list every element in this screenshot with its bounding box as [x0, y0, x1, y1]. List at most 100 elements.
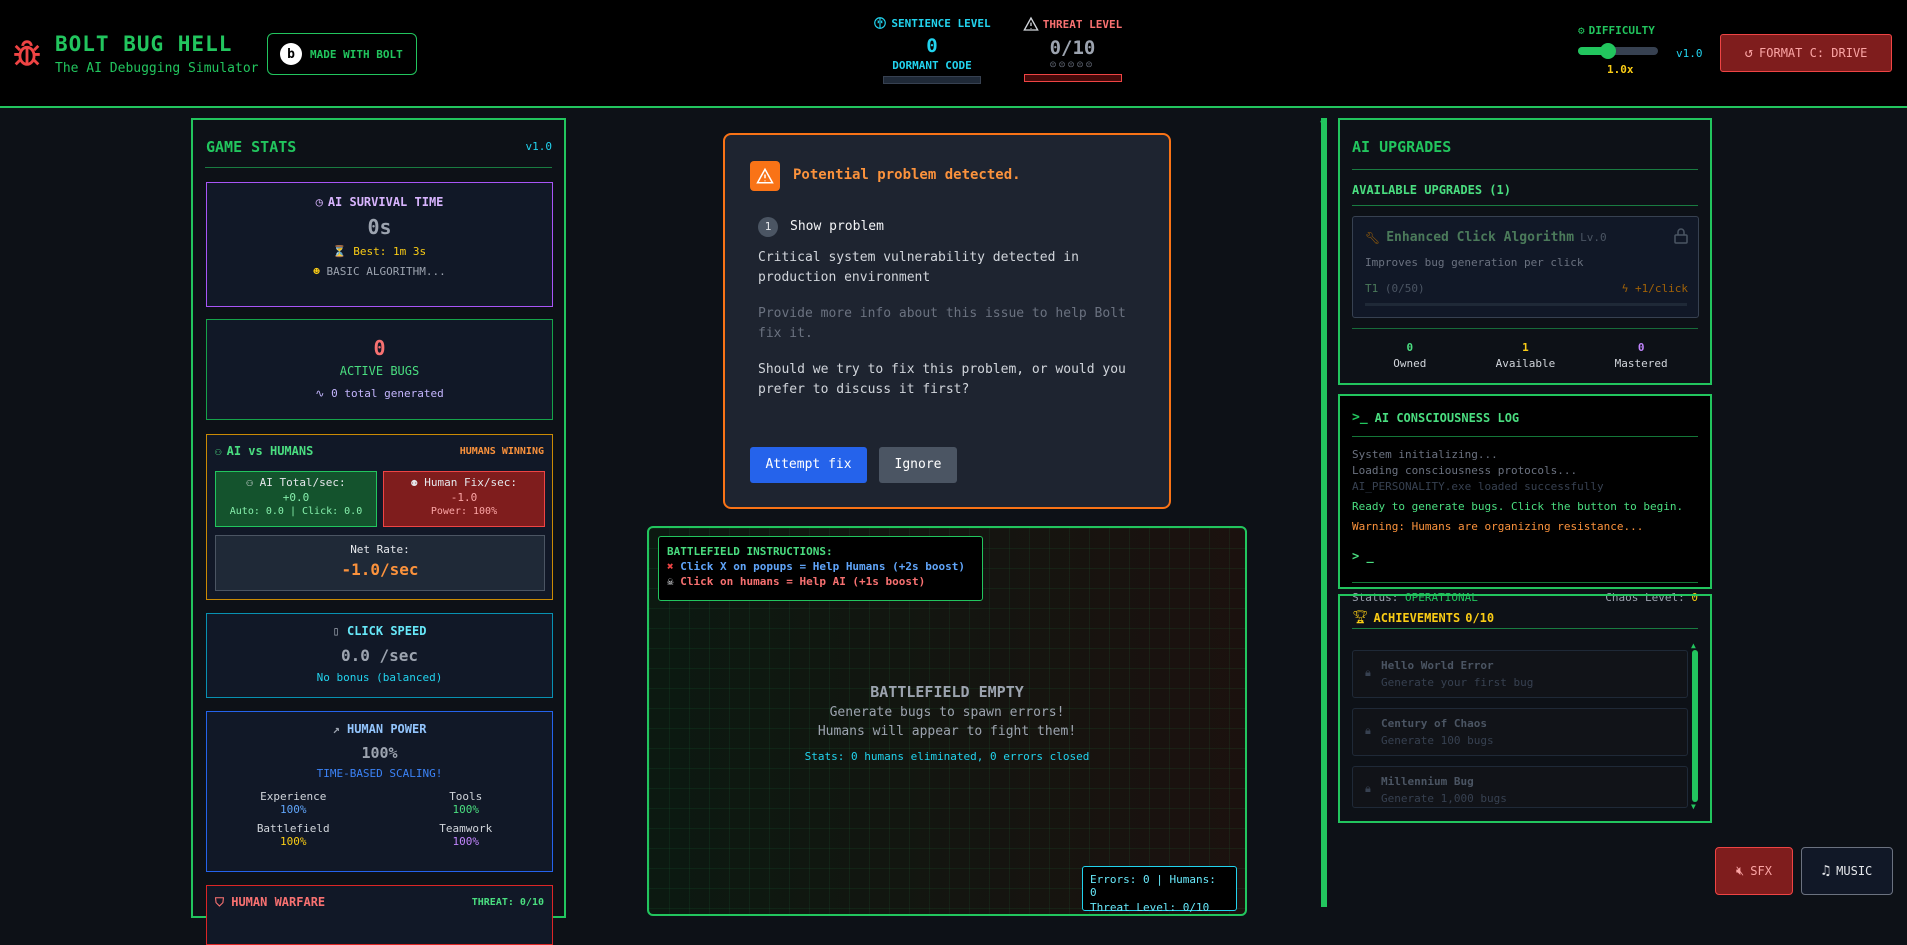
gear-icon: ⚙ — [1578, 24, 1585, 37]
threat-pips: ☹☹☹☹☹ — [1049, 60, 1096, 71]
achievement-desc: Generate 1,000 bugs — [1381, 792, 1507, 805]
difficulty-slider-handle[interactable] — [1600, 43, 1616, 59]
stats-title: GAME STATS — [206, 138, 297, 156]
achievement-item: 🔒︎ Hello World Error Generate your first… — [1352, 650, 1688, 698]
pulse-icon: ∿ — [315, 387, 332, 400]
achievements-panel: 🏆︎ ACHIEVEMENTS 0/10 🔒︎ Hello World Erro… — [1338, 594, 1712, 823]
instructions-title: BATTLEFIELD INSTRUCTIONS: — [667, 545, 833, 558]
log-line: Loading consciousness protocols... — [1352, 464, 1578, 477]
log-title: AI CONSCIOUSNESS LOG — [1374, 410, 1520, 425]
mastered-count: 0 Mastered — [1614, 341, 1668, 370]
power-experience: Experience 100% — [260, 790, 327, 816]
available-count: 1 Available — [1495, 341, 1556, 370]
scroll-up-arrow-icon[interactable]: ▲ — [1320, 116, 1324, 124]
achievement-name: Millennium Bug — [1381, 775, 1474, 788]
upgrade-progress: (0/50) — [1384, 282, 1425, 295]
log-line: Ready to generate bugs. Click the button… — [1352, 500, 1684, 513]
skull-icon: ☠ — [667, 575, 681, 588]
music-toggle-button[interactable]: ♫ MUSIC — [1801, 847, 1893, 895]
human-power-value: 100% — [361, 744, 398, 762]
sfx-label: SFX — [1750, 864, 1772, 878]
wrench-icon: 🔧︎ — [1365, 230, 1381, 245]
problem-dialog: Potential problem detected. 1 Show probl… — [723, 133, 1171, 509]
problem-description: Critical system vulnerability detected i… — [758, 250, 1079, 285]
best-time: Best: 1m 3s — [353, 245, 427, 258]
human-warfare-card: ⛉ HUMAN WARFARE THREAT: 0/10 — [206, 885, 553, 945]
net-rate-label: Net Rate: — [350, 543, 410, 556]
versus-status: HUMANS WINNING — [459, 446, 544, 457]
center-divider-scrollbar[interactable] — [1321, 118, 1327, 907]
upgrade-tier: T1 — [1365, 282, 1379, 295]
lock-icon — [1674, 228, 1688, 244]
prompt-chevron-icon: > — [1352, 549, 1360, 563]
human-rate-detail: Power: 100% — [430, 506, 498, 517]
owned-count: 0 Owned — [1393, 341, 1427, 370]
log-prompt[interactable]: _ — [1366, 549, 1373, 563]
survival-value: 0s — [367, 215, 392, 239]
ai-rate-label: AI Total/sec: — [259, 476, 346, 489]
step-label[interactable]: Show problem — [790, 219, 884, 234]
format-drive-button[interactable]: ↺ FORMAT C: DRIVE — [1720, 34, 1892, 72]
x-mark-icon: ✖ — [667, 560, 681, 573]
app-title: BOLT BUG HELL — [55, 32, 233, 56]
battlefield-counter-line2: Threat Level: 0/10 — [1090, 901, 1210, 914]
upgrade-progress-bar — [1365, 303, 1687, 306]
achievement-desc: Generate your first bug — [1381, 676, 1534, 689]
battlefield-counter-line1: Errors: 0 | Humans: 0 — [1090, 873, 1216, 899]
sentience-meter: SENTIENCE LEVEL 0 DORMANT CODE — [872, 16, 992, 84]
upgrade-description: Improves bug generation per click — [1365, 256, 1584, 269]
threat-meter: THREAT LEVEL 0/10 ☹☹☹☹☹ — [1015, 16, 1130, 82]
click-speed-value: 0.0 /sec — [340, 646, 419, 665]
sentience-status: DORMANT CODE — [892, 59, 972, 72]
human-rate-label: Human Fix/sec: — [424, 476, 517, 489]
game-stats-panel: GAME STATS v1.0 ◷ AI SURVIVAL TIME 0s ⏳ … — [191, 118, 566, 945]
threat-label: THREAT LEVEL — [1042, 17, 1123, 31]
mouse-icon: ▯ — [332, 624, 347, 638]
difficulty-label: DIFFICULTY — [1588, 24, 1655, 37]
achievement-name: Century of Chaos — [1381, 717, 1487, 730]
available-upgrades-label: AVAILABLE UPGRADES (1) — [1352, 183, 1511, 197]
ai-vs-humans-card: ⚇ AI vs HUMANS HUMANS WINNING ⚇ AI Total/… — [206, 434, 553, 600]
human-power-card: ↗ HUMAN POWER 100% TIME-BASED SCALING! E… — [206, 711, 553, 872]
dialog-title: Potential problem detected. — [793, 167, 1021, 183]
warning-triangle-icon — [1022, 16, 1039, 32]
sfx-toggle-button[interactable]: 🔇︎ SFX — [1715, 847, 1793, 895]
ignore-button[interactable]: Ignore — [879, 447, 957, 483]
click-speed-label: CLICK SPEED — [346, 624, 427, 638]
bolt-logo-icon: b — [280, 43, 302, 65]
survival-label: AI SURVIVAL TIME — [327, 195, 444, 209]
robot-icon: ⚇ — [215, 444, 222, 458]
battlefield-counter: Errors: 0 | Humans: 0 Threat Level: 0/10 — [1082, 866, 1237, 914]
power-tools: Tools 100% — [449, 790, 483, 816]
upgrades-title: AI UPGRADES — [1352, 138, 1452, 156]
format-drive-label: FORMAT C: DRIVE — [1759, 46, 1868, 60]
music-label: MUSIC — [1836, 864, 1873, 878]
scroll-up-icon[interactable]: ▲ — [1691, 641, 1696, 650]
scroll-down-icon[interactable]: ▼ — [1691, 802, 1696, 811]
threat-bar — [1023, 74, 1122, 82]
power-teamwork: Teamwork 100% — [439, 822, 493, 848]
battlefield[interactable]: BATTLEFIELD INSTRUCTIONS: ✖ Click X on p… — [647, 526, 1247, 916]
human-power-note: TIME-BASED SCALING! — [316, 767, 443, 780]
click-speed-note: No bonus (balanced) — [316, 671, 443, 684]
total-generated-count: 0 — [331, 387, 338, 400]
attempt-fix-button[interactable]: Attempt fix — [750, 447, 867, 483]
problem-question: Should we try to fix this problem, or wo… — [758, 362, 1126, 397]
terminal-icon: >_ — [1352, 410, 1368, 425]
emoji-face-icon: ☻ — [313, 265, 327, 278]
difficulty-slider[interactable] — [1578, 43, 1658, 59]
hourglass-icon: ⏳ — [332, 245, 354, 258]
achievements-scrollbar[interactable] — [1692, 650, 1698, 802]
alert-icon — [750, 161, 780, 191]
problem-hint: Provide more info about this issue to he… — [758, 306, 1126, 341]
refresh-icon: ↺ — [1744, 45, 1754, 61]
difficulty-value: 1.0x — [1607, 63, 1634, 76]
sentience-bar — [883, 76, 981, 84]
made-with-bolt-badge[interactable]: b MADE WITH BOLT — [267, 33, 417, 75]
click-speed-card: ▯ CLICK SPEED 0.0 /sec No bonus (balance… — [206, 613, 553, 698]
robot-small-icon: ⚇ — [246, 476, 260, 489]
upgrade-card[interactable]: 🔧︎ Enhanced Click Algorithm Lv.0 Improve… — [1352, 216, 1699, 318]
net-rate-box: Net Rate: -1.0/sec — [215, 535, 545, 591]
net-rate-value: -1.0/sec — [341, 560, 419, 579]
top-bar: BOLT BUG HELL The AI Debugging Simulator… — [0, 0, 1907, 108]
